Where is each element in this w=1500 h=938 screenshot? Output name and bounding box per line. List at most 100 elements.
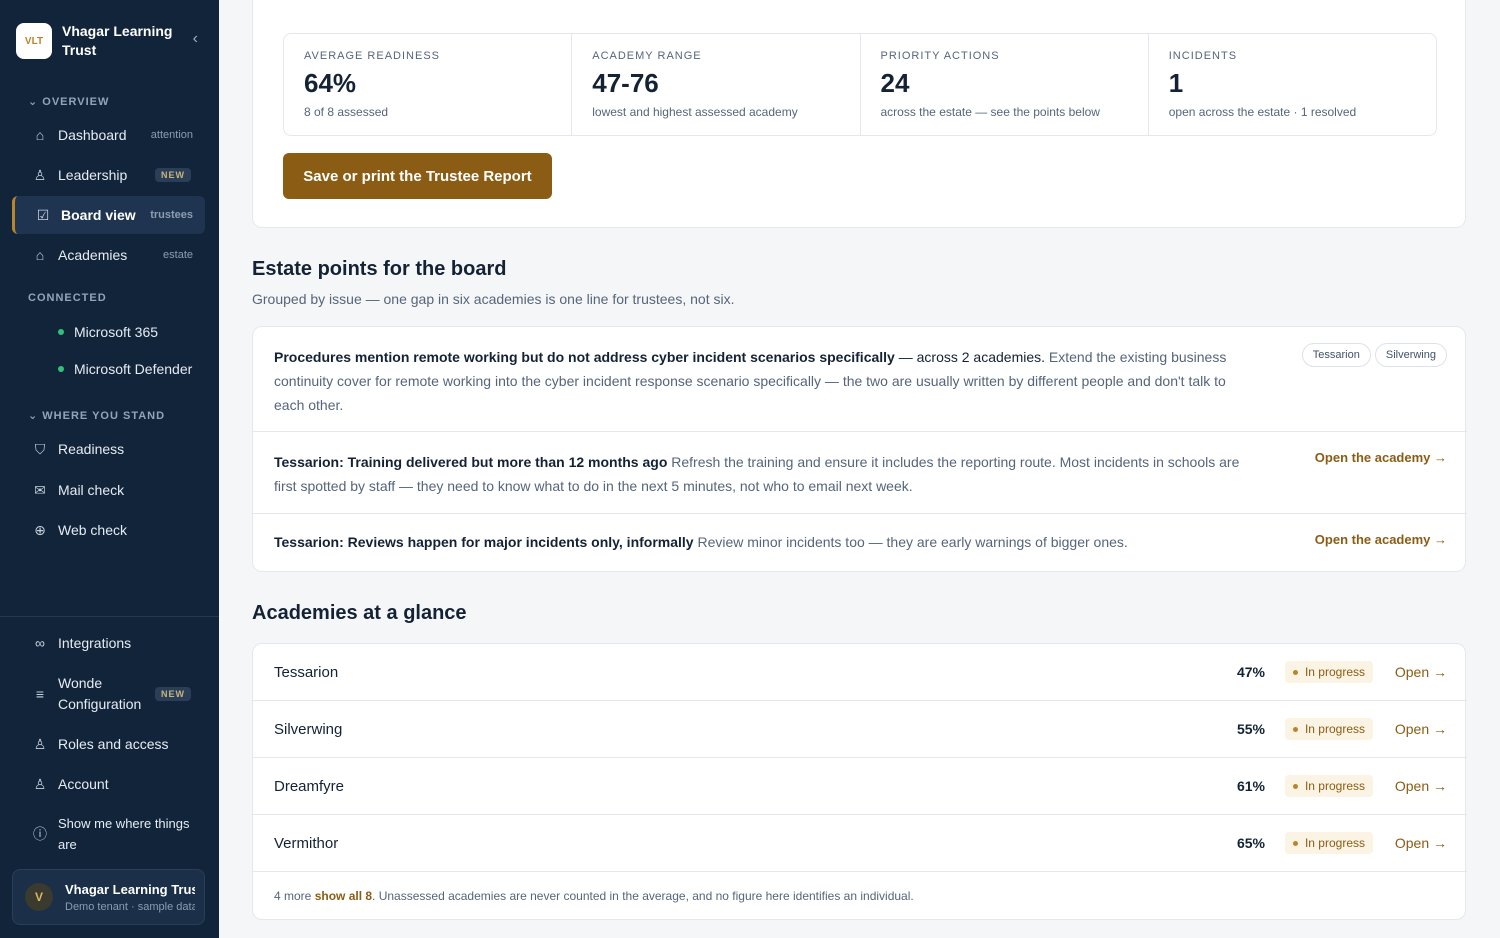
academy-pct: 65%	[1236, 835, 1265, 851]
table-row[interactable]: Tessarion 47% In progress Open →	[253, 644, 1467, 701]
nav-label: Mail check	[58, 482, 125, 498]
open-link[interactable]: Open →	[1395, 835, 1447, 851]
stats-row: AVERAGE READINESS 64% 8 of 8 assessed ACAD…	[283, 33, 1437, 136]
nav-account[interactable]: ♙ Account	[12, 765, 205, 803]
account-icon: ♙	[33, 775, 47, 792]
chevron-down-icon: ⌄	[28, 410, 43, 422]
status-badge: In progress	[1284, 832, 1373, 854]
stat-sub: across the estate — see the points below	[880, 105, 1100, 119]
tenant-name: Vhagar Learning Trust	[65, 881, 195, 897]
academies-card: Tessarion 47% In progress Open → Silverwing…	[252, 643, 1467, 920]
section-overview[interactable]: ⌄ OVERVIEW	[28, 95, 109, 108]
status-badge: In progress	[1284, 775, 1373, 797]
open-link[interactable]: Open →	[1395, 778, 1447, 794]
tenant-switcher[interactable]: V Vhagar Learning Trust Demo tenant · sa…	[12, 869, 205, 925]
point-tags: Tessarion Silverwing	[1298, 343, 1447, 367]
tag-tessarion[interactable]: Tessarion	[1301, 343, 1371, 367]
new-badge: NEW	[155, 168, 191, 182]
stat-value: 24	[880, 68, 910, 98]
shield-icon: ⛉	[34, 440, 46, 457]
academy-name: Vermithor	[274, 834, 339, 852]
status-badge: In progress	[1284, 718, 1373, 740]
table-row[interactable]: Silverwing 55% In progress Open →	[253, 701, 1467, 758]
nav-dashboard[interactable]: ⌂ Dashboard attention	[12, 116, 205, 154]
nav-roles-and-access[interactable]: ♙ Roles and access	[12, 725, 205, 763]
connected-label: Microsoft 365	[74, 324, 159, 340]
stat-label: INCIDENTS	[1168, 50, 1238, 62]
academy-pct: 61%	[1236, 778, 1265, 794]
nav-wonde-configuration[interactable]: ≡ Wonde Configuration NEW	[12, 672, 205, 716]
point-detail: Review minor incidents too — they are ea…	[693, 534, 1128, 550]
brand[interactable]: VLT Vhagar Learning Trust ‹	[16, 22, 206, 60]
nav-label: Academies	[58, 247, 128, 263]
point-scope: — across 2 academies.	[894, 349, 1046, 365]
new-badge: NEW	[155, 687, 191, 701]
info-icon: ⓘ	[33, 826, 47, 842]
nav-label: Leadership	[58, 167, 128, 183]
stat-priority-actions: PRIORITY ACTIONS 24 across the estate — se…	[861, 34, 1149, 135]
stat-value: 64%	[304, 68, 357, 98]
nav-label: Dashboard	[58, 127, 127, 143]
summary-card: AVERAGE READINESS 64% 8 of 8 assessed ACAD…	[252, 0, 1466, 228]
connected-microsoft-365[interactable]: Microsoft 365	[58, 324, 158, 340]
nav-label: Readiness	[58, 441, 125, 457]
table-row[interactable]: Vermithor 65% In progress Open →	[253, 815, 1467, 872]
nav-board-view[interactable]: ☑ Board view trustees	[12, 196, 205, 234]
tenant-sub: Demo tenant · sample data	[65, 900, 195, 913]
sidebar-divider	[0, 616, 219, 617]
main: AVERAGE READINESS 64% 8 of 8 assessed ACAD…	[219, 0, 1500, 938]
nav-hint: attention	[150, 129, 193, 141]
stat-label: ACADEMY RANGE	[592, 50, 702, 62]
section-where-you-stand[interactable]: ⌄ WHERE YOU STAND	[28, 409, 165, 422]
nav-integrations[interactable]: ∞ Integrations	[12, 624, 205, 662]
open-link[interactable]: Open →	[1395, 721, 1447, 737]
save-trustee-report-button[interactable]: Save or print the Trustee Report	[283, 153, 552, 199]
estate-points-card: Procedures mention remote working but do…	[252, 326, 1467, 572]
stat-label: PRIORITY ACTIONS	[880, 50, 1000, 62]
point-text: Tessarion: Training delivered but more t…	[274, 450, 1259, 498]
academy-name: Silverwing	[274, 720, 343, 738]
status-dot	[58, 329, 64, 335]
nav-show-me-where[interactable]: ⓘ Show me where things are	[12, 812, 205, 856]
nav-hint: estate	[163, 249, 193, 261]
point-headline: Procedures mention remote working but do…	[274, 349, 895, 365]
point-item: Tessarion: Reviews happen for major inci…	[253, 514, 1467, 572]
open-link[interactable]: Open →	[1395, 664, 1447, 680]
table-row[interactable]: Dreamfyre 61% In progress Open →	[253, 758, 1467, 815]
home-icon: ⌂	[35, 127, 45, 143]
tag-silverwing[interactable]: Silverwing	[1374, 343, 1447, 367]
nav-academies[interactable]: ⌂ Academies estate	[12, 236, 205, 274]
show-all-link[interactable]: show all 8	[315, 889, 372, 903]
estate-points-title: Estate points for the board	[252, 258, 507, 280]
nav-readiness[interactable]: ⛉ Readiness	[12, 430, 205, 468]
academies-footer: 4 more show all 8. Unassessed academies …	[274, 889, 914, 903]
users-icon: ♙	[33, 735, 47, 752]
point-text: Procedures mention remote working but do…	[274, 345, 1259, 417]
open-academy-link[interactable]: Open the academy →	[1315, 532, 1447, 547]
nav-label: Board view	[61, 207, 136, 223]
collapse-sidebar-icon[interactable]: ‹	[193, 30, 198, 48]
open-academy-link[interactable]: Open the academy →	[1315, 450, 1447, 465]
point-item: Procedures mention remote working but do…	[253, 327, 1467, 432]
academy-pct: 55%	[1236, 721, 1265, 737]
academies-title: Academies at a glance	[252, 602, 467, 624]
academy-pct: 47%	[1236, 664, 1265, 680]
point-text: Tessarion: Reviews happen for major inci…	[274, 530, 1259, 554]
nav-label: Account	[58, 776, 109, 792]
board-icon: ☑	[36, 206, 50, 223]
point-headline: Tessarion: Reviews happen for major inci…	[274, 534, 694, 550]
connected-microsoft-defender[interactable]: Microsoft Defender	[58, 361, 192, 377]
stat-academy-range: ACADEMY RANGE 47-76 lowest and highest ass…	[572, 34, 861, 135]
section-connected: CONNECTED	[28, 292, 107, 304]
academy-name: Tessarion	[274, 663, 339, 681]
chevron-down-icon: ⌄	[28, 96, 43, 108]
brand-name: Vhagar Learning Trust	[62, 23, 173, 58]
nav-leadership[interactable]: ♙ Leadership NEW	[12, 156, 205, 194]
menu-icon: ≡	[35, 686, 45, 702]
nav-web-check[interactable]: ⊕ Web check	[12, 511, 205, 549]
stat-value: 47-76	[592, 68, 659, 98]
stat-label: AVERAGE READINESS	[304, 50, 440, 62]
stat-value: 1	[1168, 68, 1184, 98]
stat-sub: lowest and highest assessed academy	[592, 105, 798, 119]
nav-mail-check[interactable]: ✉ Mail check	[12, 471, 205, 509]
